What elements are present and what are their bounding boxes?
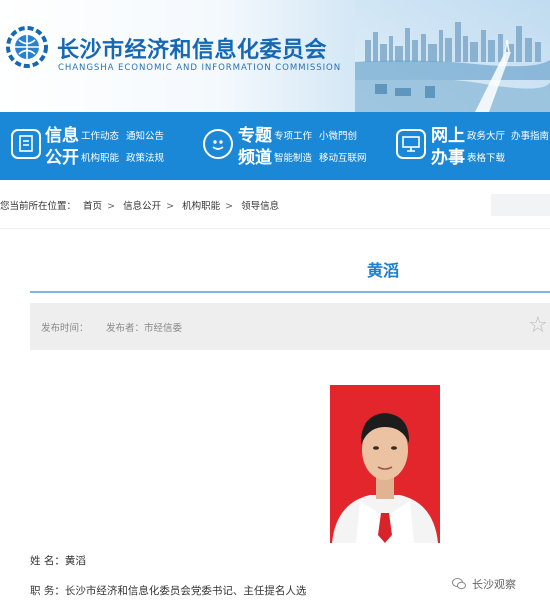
nav-topic-title-2[interactable]: 频道 <box>238 148 272 169</box>
nav-info-title-2[interactable]: 公开 <box>45 148 79 169</box>
site-title: 长沙市经济和信息化委员会 <box>57 38 328 63</box>
site-subtitle: CHANGSHA ECONOMIC AND INFORMATION COMMIS… <box>58 63 342 73</box>
watermark-text: 长沙观察 <box>472 578 516 591</box>
position-label: 职 务： <box>30 585 65 597</box>
chevron-right-icon: > <box>166 201 175 212</box>
nav-link-service-hall[interactable]: 政务大厅 <box>467 131 505 143</box>
nav-link-form-download[interactable]: 表格下载 <box>467 153 505 165</box>
nav-block-topic: 专题 频道 专项工作 小微門创 智能制造 移动互联网 <box>195 112 380 180</box>
nav-info-title-1[interactable]: 信息 <box>45 126 79 147</box>
nav-link-work-news[interactable]: 工作动态 <box>81 131 119 143</box>
nav-block-online: 网上 办事 政务大厅 办事指南 表格下载 <box>385 112 550 180</box>
city-skyline-image <box>355 0 550 112</box>
wechat-icon <box>452 578 466 590</box>
chevron-right-icon: > <box>225 201 234 212</box>
nav-topic-title-1[interactable]: 专题 <box>238 126 272 147</box>
nav-online-title-2[interactable]: 办事 <box>431 148 465 169</box>
breadcrumb: 您当前所在位置： 首页 > 信息公开 > 机构职能 > 领导信息 <box>0 198 283 212</box>
main-navigation: 信息 公开 工作动态 通知公告 机构职能 政策法规 专题 频道 专项工作 小微門… <box>0 112 550 180</box>
breadcrumb-leaders[interactable]: 领导信息 <box>241 201 279 212</box>
nav-link-micro-startup[interactable]: 小微門创 <box>319 131 357 143</box>
publish-time-label: 发布时间： <box>41 323 89 334</box>
publisher-label: 发布者：市经信委 <box>106 323 183 334</box>
watermark: 长沙观察 <box>452 576 516 592</box>
breadcrumb-home[interactable]: 首页 <box>83 201 102 212</box>
star-icon[interactable]: ☆ <box>528 315 548 337</box>
nav-link-smart-manufacturing[interactable]: 智能制造 <box>274 153 312 165</box>
name-label: 姓 名： <box>30 555 65 567</box>
divider <box>0 228 550 229</box>
commission-logo-icon <box>6 26 48 68</box>
title-divider <box>30 291 550 293</box>
name-value: 黄滔 <box>64 555 86 567</box>
nav-link-special-work[interactable]: 专项工作 <box>274 131 312 143</box>
monitor-icon <box>396 129 426 159</box>
article-meta-bar: 发布时间： 发布者：市经信委 ☆ <box>30 303 550 350</box>
nav-link-functions[interactable]: 机构职能 <box>81 153 119 165</box>
nav-link-notices[interactable]: 通知公告 <box>126 131 164 143</box>
leader-portrait-image <box>330 385 440 543</box>
nav-link-service-guide[interactable]: 办事指南 <box>511 131 549 143</box>
smiley-icon <box>203 129 233 159</box>
breadcrumb-info-public[interactable]: 信息公开 <box>123 201 161 212</box>
site-banner: 长沙市经济和信息化委员会 CHANGSHA ECONOMIC AND INFOR… <box>0 0 550 112</box>
nav-online-title-1[interactable]: 网上 <box>431 126 465 147</box>
article-title: 黄滔 <box>367 261 400 280</box>
breadcrumb-prefix: 您当前所在位置： <box>0 201 77 212</box>
chevron-right-icon: > <box>107 201 116 212</box>
nav-link-mobile-internet[interactable]: 移动互联网 <box>319 153 367 165</box>
search-input[interactable] <box>491 194 550 216</box>
nav-block-info: 信息 公开 工作动态 通知公告 机构职能 政策法规 <box>0 112 185 180</box>
document-icon <box>11 129 41 159</box>
position-row: 职 务：长沙市经济和信息化委员会党委书记、主任提名人选 <box>30 583 306 598</box>
nav-link-policies[interactable]: 政策法规 <box>126 153 164 165</box>
name-row: 姓 名：黄滔 <box>30 553 86 568</box>
position-value: 长沙市经济和信息化委员会党委书记、主任提名人选 <box>64 585 307 597</box>
breadcrumb-functions[interactable]: 机构职能 <box>182 201 220 212</box>
